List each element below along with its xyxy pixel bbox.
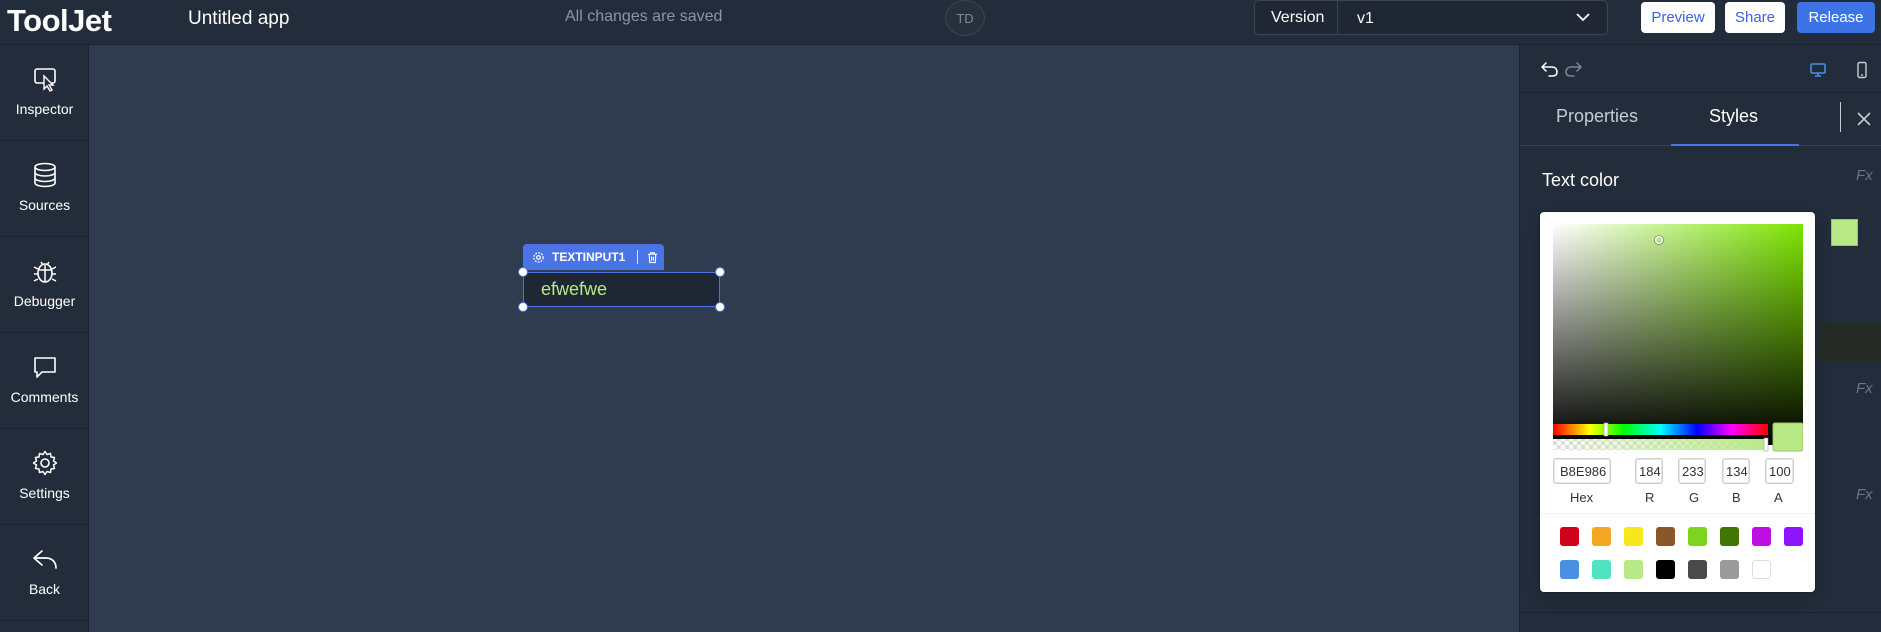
preset-swatch[interactable] <box>1752 560 1771 579</box>
red-input[interactable]: 184 <box>1635 458 1663 484</box>
color-picker: B8E986 184 233 134 100 Hex R G B A <box>1540 212 1815 592</box>
version-label: Version <box>1271 9 1325 26</box>
panel-divider <box>1520 612 1881 613</box>
sidebar-item-label: Debugger <box>13 293 76 309</box>
fx-toggle[interactable]: Fx <box>1856 380 1873 397</box>
green-label: G <box>1689 490 1700 505</box>
sidebar-item-label: Settings <box>19 485 70 501</box>
sidebar-item-back[interactable]: Back <box>0 525 89 621</box>
style-field[interactable] <box>1820 323 1881 361</box>
comment-icon <box>33 357 56 378</box>
version-value: v1 <box>1357 10 1374 27</box>
release-button[interactable]: Release <box>1797 2 1875 33</box>
preset-swatch[interactable] <box>1784 527 1803 546</box>
mobile-view-icon[interactable] <box>1854 61 1870 79</box>
resize-handle-bottom-right[interactable] <box>715 302 725 312</box>
history-toolbar <box>1520 45 1881 93</box>
preset-swatch[interactable] <box>1656 560 1675 579</box>
sidebar-item-settings[interactable]: Settings <box>0 429 89 525</box>
sidebar-item-label: Comments <box>10 389 79 405</box>
preset-swatch[interactable] <box>1688 560 1707 579</box>
red-label: R <box>1645 490 1655 505</box>
preset-swatch[interactable] <box>1720 560 1739 579</box>
text-input-widget[interactable]: efwefwe <box>523 272 720 307</box>
version-divider <box>1337 1 1338 34</box>
saturation-area[interactable] <box>1553 224 1803 445</box>
tab-divider <box>1840 102 1841 132</box>
resize-handle-top-right[interactable] <box>715 267 725 277</box>
fx-toggle[interactable]: Fx <box>1856 486 1873 503</box>
avatar[interactable]: TD <box>945 0 985 36</box>
close-icon[interactable] <box>1855 110 1873 128</box>
hue-alpha-sliders[interactable] <box>1553 417 1803 453</box>
widget-name: TEXTINPUT1 <box>552 250 626 264</box>
tab-properties[interactable]: Properties <box>1556 106 1638 127</box>
bug-icon <box>33 261 56 283</box>
preview-button[interactable]: Preview <box>1641 2 1715 33</box>
left-sidebar: Inspector Sources Debugger Comments Sett… <box>0 45 89 632</box>
widget-config-handle[interactable]: TEXTINPUT1 <box>523 244 664 270</box>
sidebar-item-comments[interactable]: Comments <box>0 333 89 429</box>
picker-divider <box>1540 513 1815 514</box>
chevron-down-icon <box>1576 13 1590 22</box>
database-icon <box>33 162 56 188</box>
hex-input[interactable]: B8E986 <box>1553 458 1611 484</box>
preset-swatch[interactable] <box>1624 560 1643 579</box>
preset-swatch[interactable] <box>1592 527 1611 546</box>
color-swatch[interactable] <box>1831 219 1858 246</box>
blue-input[interactable]: 134 <box>1722 458 1750 484</box>
sidebar-item-inspector[interactable]: Inspector <box>0 45 89 141</box>
active-tab-indicator <box>1671 144 1799 146</box>
gear-icon <box>32 450 57 476</box>
text-color-label: Text color <box>1542 170 1620 190</box>
resize-handle-bottom-left[interactable] <box>518 302 528 312</box>
share-button[interactable]: Share <box>1725 2 1785 33</box>
sidebar-item-sources[interactable]: Sources <box>0 141 89 237</box>
preset-swatch[interactable] <box>1752 527 1771 546</box>
preset-swatch[interactable] <box>1656 527 1675 546</box>
inspector-tabs: Properties Styles <box>1520 94 1881 146</box>
preset-swatch[interactable] <box>1560 560 1579 579</box>
top-bar: ToolJet Untitled app All changes are sav… <box>0 0 1881 45</box>
resize-handle-top-left[interactable] <box>518 267 528 277</box>
blue-label: B <box>1732 490 1741 505</box>
tab-styles[interactable]: Styles <box>1709 106 1758 127</box>
back-arrow-icon <box>32 550 57 569</box>
trash-icon[interactable] <box>646 251 659 264</box>
hex-label: Hex <box>1570 490 1594 505</box>
sidebar-item-label: Back <box>28 581 61 597</box>
preset-swatch[interactable] <box>1560 527 1579 546</box>
alpha-label: A <box>1774 490 1783 505</box>
preset-swatch[interactable] <box>1592 560 1611 579</box>
green-input[interactable]: 233 <box>1678 458 1706 484</box>
undo-icon[interactable] <box>1540 59 1560 79</box>
redo-icon[interactable] <box>1563 59 1583 79</box>
desktop-view-icon[interactable] <box>1809 61 1827 79</box>
inspector-icon <box>33 68 56 92</box>
save-status: All changes are saved <box>565 8 723 25</box>
preset-swatch[interactable] <box>1688 527 1707 546</box>
preset-swatch[interactable] <box>1624 527 1643 546</box>
fx-toggle[interactable]: Fx <box>1856 167 1873 184</box>
app-name[interactable]: Untitled app <box>188 8 289 30</box>
widget-tag-divider <box>637 250 639 264</box>
alpha-input[interactable]: 100 <box>1765 458 1794 484</box>
sidebar-item-debugger[interactable]: Debugger <box>0 237 89 333</box>
version-selector[interactable]: Version v1 <box>1254 0 1608 35</box>
preset-swatch[interactable] <box>1720 527 1739 546</box>
sidebar-item-label: Inspector <box>15 101 74 117</box>
gear-icon[interactable] <box>532 251 545 264</box>
sidebar-item-label: Sources <box>18 197 71 213</box>
tooljet-logo[interactable]: ToolJet <box>7 3 112 39</box>
